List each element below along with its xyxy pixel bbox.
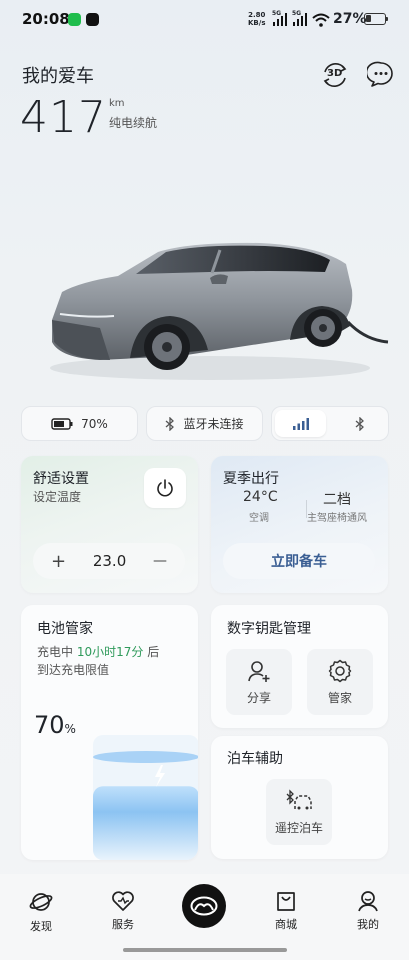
bluetooth-icon [166,416,175,431]
battery-chip[interactable]: 70% [21,406,138,441]
bluetooth-status-chip[interactable]: 蓝牙未连接 [146,406,263,441]
charging-prefix: 充电中 [37,645,74,659]
message-button[interactable] [365,60,395,88]
battery-percent-value: 70 [34,711,65,739]
user-icon [358,891,378,912]
signal-bars-icon [292,417,309,430]
battery-fill [93,786,198,860]
summer-temp: 24°C [243,489,278,505]
battery-manager-card[interactable]: 电池管家 充电中 10小时17分 后 到达充电限值 70% [21,605,198,860]
temp-increase-button[interactable]: + [51,551,66,572]
bluetooth-status-label: 蓝牙未连接 [183,417,244,431]
temperature-stepper: + 23.0 — [33,543,185,579]
nav-mall-label: 商城 [275,918,297,931]
status-battery-percent: 27% [333,11,367,27]
power-icon [157,479,173,497]
climate-power-button[interactable] [144,468,186,508]
connection-toggle [271,406,389,441]
summer-travel-card[interactable]: 夏季出行 24°C 空调 二档 主驾座椅通风 立即备车 [211,456,388,593]
car-image[interactable] [40,230,390,385]
manage-key-button[interactable]: 管家 [307,649,373,715]
remote-parking-icon [286,788,312,809]
parking-assist-card[interactable]: 泊车辅助 遥控泊车 [211,736,388,859]
range-unit: km [109,98,125,109]
remote-parking-label: 遥控泊车 [274,820,323,835]
key-card-title: 数字钥匙管理 [227,621,311,637]
comfort-settings-card[interactable]: 舒适设置 设定温度 + 23.0 — [21,456,198,593]
nav-discover[interactable]: 发现 [11,890,71,934]
summer-title: 夏季出行 [223,471,279,487]
temp-value: 23.0 [92,552,127,570]
wifi-icon [312,12,330,31]
battery-percent: 70% [34,711,76,739]
battery-level-illustration [93,735,198,860]
remote-parking-button[interactable]: 遥控泊车 [266,779,332,845]
wechat-icon [68,13,81,26]
signal-1-icon: 5G [272,10,288,31]
heart-icon [112,891,134,911]
car-battery-icon [51,417,73,430]
range-label: 纯电续航 [109,116,158,130]
chat-bubble-icon [365,61,393,87]
nav-service-label: 服务 [112,918,134,931]
signal-2-label: 5G [292,10,302,17]
charging-time: 10小时17分 [76,645,144,659]
charging-suffix: 后 [147,645,160,659]
mail-icon [86,13,99,26]
nav-me-label: 我的 [357,918,379,931]
3d-label: 3D [327,68,343,79]
bluetooth-mode-button[interactable] [334,410,385,437]
digital-key-card[interactable]: 数字钥匙管理 分享 管家 [211,605,388,728]
signal-2-icon: 5G [292,10,308,31]
add-user-icon [248,660,270,682]
prepare-car-button[interactable]: 立即备车 [223,543,375,579]
charging-status: 充电中 10小时17分 后 [37,643,159,660]
planet-icon [29,893,53,911]
summer-level: 二档 [323,492,351,508]
nav-discover-label: 发现 [30,920,52,933]
status-time: 20:08 [22,10,70,28]
share-key-button[interactable]: 分享 [226,649,292,715]
network-speed: 2.80 KB/s [248,11,265,27]
network-speed-unit: KB/s [248,19,266,27]
battery-percent-unit: % [64,722,76,736]
network-mode-button[interactable] [275,410,326,437]
battery-card-title: 电池管家 [37,621,93,637]
brand-logo-icon [190,896,218,916]
comfort-title: 舒适设置 [33,471,89,487]
page-title: 我的爱车 [22,66,94,87]
battery-chip-label: 70% [81,416,108,431]
summer-temp-label: 空调 [249,513,269,524]
bluetooth-icon [355,416,364,431]
range-value: 417 [20,92,107,143]
parking-card-title: 泊车辅助 [227,751,283,767]
status-battery-tip [386,17,388,21]
3d-view-button[interactable]: 3D [320,60,350,90]
status-battery-icon [364,13,386,25]
nav-mall[interactable]: 商城 [256,890,316,932]
comfort-subtitle: 设定温度 [33,490,82,504]
shopping-bag-icon [277,892,295,911]
nav-home-logo-button[interactable] [182,884,226,928]
summer-level-label: 主驾座椅通风 [307,513,367,524]
signal-1-label: 5G [272,10,282,17]
nav-service[interactable]: 服务 [93,890,153,932]
network-speed-value: 2.80 [248,11,266,19]
home-indicator[interactable] [123,948,287,952]
nav-me[interactable]: 我的 [338,890,398,932]
charging-line2: 到达充电限值 [37,663,110,677]
gear-icon [328,659,352,682]
manage-key-label: 管家 [327,690,352,705]
temp-decrease-button[interactable]: — [153,553,167,569]
share-key-label: 分享 [246,690,271,705]
